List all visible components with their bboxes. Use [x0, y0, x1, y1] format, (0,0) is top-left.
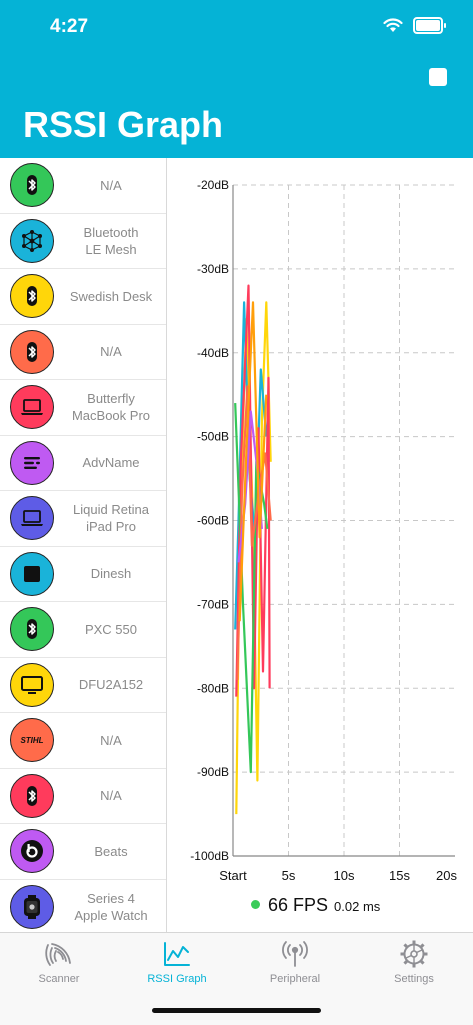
y-tick-label: -70dB	[197, 597, 229, 611]
y-tick-label: -80dB	[197, 681, 229, 695]
device-row[interactable]: Butterfly MacBook Pro	[0, 380, 166, 436]
y-tick-label: -30dB	[197, 262, 229, 276]
device-row[interactable]: DFU2A152	[0, 658, 166, 713]
device-row[interactable]: Series 4 Apple Watch	[0, 880, 166, 933]
device-row[interactable]: AdvName	[0, 436, 166, 491]
bluetooth-icon	[10, 329, 54, 374]
tab-label: RSSI Graph	[147, 973, 207, 985]
device-name: N/A	[100, 177, 122, 193]
watch-icon	[10, 884, 54, 929]
gear-icon	[355, 939, 473, 969]
device-row[interactable]: N/A	[0, 769, 166, 824]
device-row[interactable]: Beats	[0, 824, 166, 880]
lines-icon	[10, 440, 54, 485]
bluetooth-icon	[10, 274, 54, 319]
device-name: Series 4 Apple Watch	[74, 890, 148, 923]
home-indicator	[152, 1008, 321, 1013]
antenna-icon	[236, 939, 354, 969]
fps-row: 66 FPS 0.02 ms	[251, 895, 380, 916]
fps-value: 66 FPS	[268, 895, 329, 915]
device-row[interactable]: Liquid Retina iPad Pro	[0, 491, 166, 547]
device-name: PXC 550	[84, 621, 138, 637]
scanner-icon	[0, 939, 118, 969]
rssi-chart-svg: -20dB -30dB -40dB -50dB -60dB -70dB -80dB -90dB…	[190, 178, 457, 883]
frame-time-value: 0.02 ms	[334, 899, 381, 914]
tab-label: Settings	[394, 973, 434, 985]
y-tick-label: -50dB	[197, 430, 229, 444]
y-tick-label: -90dB	[197, 765, 229, 779]
device-list[interactable]: N/A Bluetooth LE Mesh Swedish Desk N/A Butte…	[0, 158, 167, 932]
tab-settings[interactable]: Settings	[355, 939, 473, 985]
device-name: Liquid Retina iPad Pro	[73, 502, 149, 535]
laptop-icon	[10, 496, 54, 541]
stihl-icon: STIHL	[10, 718, 54, 763]
status-time: 4:27	[50, 16, 89, 37]
device-name: Butterfly MacBook Pro	[71, 391, 151, 424]
y-tick-label: -100dB	[190, 849, 229, 863]
device-name: Beats	[94, 843, 128, 859]
device-name: DFU2A152	[78, 677, 144, 693]
fps-status-dot	[251, 900, 260, 909]
device-name: Bluetooth LE Mesh	[83, 224, 139, 257]
x-tick-label: 20s	[436, 868, 457, 883]
tab-rssi-graph[interactable]: RSSI Graph	[118, 939, 236, 985]
tab-peripheral[interactable]: Peripheral	[236, 939, 354, 985]
mesh-icon	[10, 218, 54, 263]
x-tick-label: 10s	[334, 868, 355, 883]
y-tick-label: -60dB	[197, 514, 229, 528]
device-row[interactable]: N/A	[0, 325, 166, 380]
device-row[interactable]: Dinesh	[0, 547, 166, 602]
device-name: N/A	[100, 788, 122, 804]
wifi-icon	[383, 18, 403, 32]
device-name: AdvName	[82, 455, 140, 471]
device-row[interactable]: Swedish Desk	[0, 269, 166, 325]
square-icon	[10, 551, 54, 596]
bluetooth-icon	[10, 163, 54, 208]
laptop-icon	[10, 385, 54, 430]
rssi-chart: -20dB -30dB -40dB -50dB -60dB -70dB -80dB -90dB…	[167, 158, 473, 932]
tab-scanner[interactable]: Scanner	[0, 939, 118, 985]
stop-button[interactable]	[429, 68, 447, 86]
x-tick-label: 15s	[389, 868, 410, 883]
device-name: Swedish Desk	[69, 288, 153, 304]
device-row[interactable]: PXC 550	[0, 602, 166, 658]
graph-icon	[118, 939, 236, 969]
x-tick-label: 5s	[282, 868, 296, 883]
beats-icon	[10, 829, 54, 874]
y-tick-label: -20dB	[197, 178, 229, 192]
device-name: N/A	[100, 344, 122, 360]
page-title: RSSI Graph	[23, 104, 224, 145]
device-row[interactable]: Bluetooth LE Mesh	[0, 214, 166, 269]
bluetooth-icon	[10, 607, 54, 652]
device-name: N/A	[100, 732, 122, 748]
device-row[interactable]: N/A	[0, 158, 166, 214]
x-tick-label: Start	[219, 868, 247, 883]
battery-icon	[413, 17, 446, 34]
y-tick-label: -40dB	[197, 346, 229, 360]
device-name: Dinesh	[90, 566, 132, 582]
monitor-icon	[10, 662, 54, 707]
tab-label: Peripheral	[269, 973, 321, 985]
status-icons	[383, 17, 446, 34]
svg-text:STIHL: STIHL	[20, 736, 43, 745]
bluetooth-icon	[10, 773, 54, 818]
tab-label: Scanner	[38, 973, 80, 985]
device-row[interactable]: STIHL N/A	[0, 713, 166, 769]
header: 4:27 RSSI Graph	[0, 0, 473, 158]
